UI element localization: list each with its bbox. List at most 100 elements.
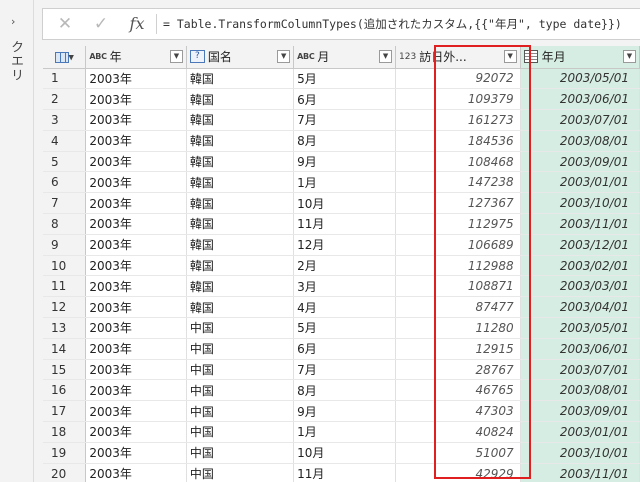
cell-nen[interactable]: 2003年 [85,130,187,152]
cell-nengetsu[interactable]: 2003/01/01 [520,171,640,194]
cell-houmon[interactable]: 12915 [395,338,521,360]
row-number[interactable]: 19 [43,442,87,464]
table-row[interactable]: 6 2003年 韓国 1月 147238 2003/01/01 [43,171,640,194]
row-number[interactable]: 7 [43,192,87,215]
row-number[interactable]: 3 [43,109,87,131]
cell-nen[interactable]: 2003年 [85,213,187,235]
row-number[interactable]: 12 [43,296,87,319]
cell-nengetsu[interactable]: 2003/11/01 [520,463,640,482]
text-type-icon[interactable]: ABC [89,52,107,61]
cell-nengetsu[interactable]: 2003/05/01 [520,317,640,339]
table-row[interactable]: 9 2003年 韓国 12月 106689 2003/12/01 [43,234,640,256]
filter-dropdown-button[interactable]: ▼ [277,50,291,63]
cell-nen[interactable]: 2003年 [85,400,187,423]
column-header-nen[interactable]: ABC 年 ▼ [85,46,187,69]
cell-houmon[interactable]: 109379 [395,88,521,111]
row-number[interactable]: 2 [43,88,87,111]
expand-queries-chevron-icon[interactable]: › [11,15,15,28]
row-number[interactable]: 20 [43,463,87,482]
filter-dropdown-button[interactable]: ▼ [379,50,393,63]
row-number[interactable]: 1 [43,68,87,90]
cell-kokumei[interactable]: 中国 [186,421,295,443]
cell-houmon[interactable]: 108468 [395,151,521,173]
row-number[interactable]: 15 [43,359,87,381]
cell-tsuki[interactable]: 2月 [293,255,397,277]
cell-nen[interactable]: 2003年 [85,463,187,482]
cell-tsuki[interactable]: 12月 [293,234,397,256]
any-type-icon[interactable]: ? [189,50,205,64]
table-row[interactable]: 19 2003年 中国 10月 51007 2003/10/01 [43,442,640,464]
row-number[interactable]: 6 [43,171,87,194]
cell-nen[interactable]: 2003年 [85,379,187,402]
cell-tsuki[interactable]: 10月 [293,442,397,464]
cell-kokumei[interactable]: 韓国 [186,296,295,319]
cell-nengetsu[interactable]: 2003/11/01 [520,213,640,235]
cell-nen[interactable]: 2003年 [85,151,187,173]
table-row[interactable]: 3 2003年 韓国 7月 161273 2003/07/01 [43,109,640,131]
cell-houmon[interactable]: 147238 [395,171,521,194]
cell-kokumei[interactable]: 韓国 [186,275,295,298]
cell-kokumei[interactable]: 韓国 [186,109,295,131]
formula-input[interactable]: = Table.TransformColumnTypes(追加されたカスタム,{… [163,9,622,39]
cell-kokumei[interactable]: 中国 [186,463,295,482]
row-number[interactable]: 17 [43,400,87,423]
cell-houmon[interactable]: 112988 [395,255,521,277]
table-row[interactable]: 18 2003年 中国 1月 40824 2003/01/01 [43,421,640,443]
cell-kokumei[interactable]: 中国 [186,359,295,381]
row-number[interactable]: 18 [43,421,87,443]
cell-tsuki[interactable]: 9月 [293,400,397,423]
row-number[interactable]: 10 [43,255,87,277]
cell-nen[interactable]: 2003年 [85,234,187,256]
table-row[interactable]: 7 2003年 韓国 10月 127367 2003/10/01 [43,192,640,215]
insert-function-icon[interactable]: fx [125,9,149,39]
queries-pane[interactable]: › クエリ [0,0,34,482]
cell-nengetsu[interactable]: 2003/08/01 [520,130,640,152]
cell-nen[interactable]: 2003年 [85,68,187,90]
cell-kokumei[interactable]: 中国 [186,317,295,339]
cell-houmon[interactable]: 92072 [395,68,521,90]
table-row[interactable]: 8 2003年 韓国 11月 112975 2003/11/01 [43,213,640,235]
table-row[interactable]: 1 2003年 韓国 5月 92072 2003/05/01 [43,68,640,90]
cell-nengetsu[interactable]: 2003/12/01 [520,234,640,256]
table-menu-button[interactable]: ▼ [43,46,87,69]
row-number[interactable]: 13 [43,317,87,339]
cell-houmon[interactable]: 106689 [395,234,521,256]
cell-tsuki[interactable]: 8月 [293,130,397,152]
cell-kokumei[interactable]: 韓国 [186,234,295,256]
cell-houmon[interactable]: 47303 [395,400,521,423]
cell-kokumei[interactable]: 韓国 [186,171,295,194]
table-row[interactable]: 12 2003年 韓国 4月 87477 2003/04/01 [43,296,640,319]
cell-tsuki[interactable]: 9月 [293,151,397,173]
text-type-icon[interactable]: ABC [297,52,315,61]
cell-nen[interactable]: 2003年 [85,359,187,381]
cell-kokumei[interactable]: 中国 [186,400,295,423]
cell-nengetsu[interactable]: 2003/08/01 [520,379,640,402]
cell-tsuki[interactable]: 7月 [293,359,397,381]
column-header-kokumei[interactable]: ? 国名 ▼ [186,46,295,69]
cell-nengetsu[interactable]: 2003/04/01 [520,296,640,319]
confirm-formula-icon[interactable]: ✓ [89,9,113,39]
table-row[interactable]: 5 2003年 韓国 9月 108468 2003/09/01 [43,151,640,173]
filter-dropdown-button[interactable]: ▼ [503,50,517,63]
cell-nengetsu[interactable]: 2003/10/01 [520,442,640,464]
cell-nengetsu[interactable]: 2003/07/01 [520,359,640,381]
row-number[interactable]: 14 [43,338,87,360]
cell-houmon[interactable]: 46765 [395,379,521,402]
cell-kokumei[interactable]: 韓国 [186,151,295,173]
cell-kokumei[interactable]: 韓国 [186,255,295,277]
cell-houmon[interactable]: 11280 [395,317,521,339]
calendar-date-type-icon[interactable] [523,50,538,64]
cell-tsuki[interactable]: 6月 [293,338,397,360]
cell-nen[interactable]: 2003年 [85,255,187,277]
table-row[interactable]: 20 2003年 中国 11月 42929 2003/11/01 [43,463,640,482]
cell-houmon[interactable]: 184536 [395,130,521,152]
table-row[interactable]: 11 2003年 韓国 3月 108871 2003/03/01 [43,275,640,298]
cell-nen[interactable]: 2003年 [85,296,187,319]
cell-nen[interactable]: 2003年 [85,88,187,111]
cell-tsuki[interactable]: 1月 [293,171,397,194]
cell-tsuki[interactable]: 5月 [293,68,397,90]
cell-nengetsu[interactable]: 2003/10/01 [520,192,640,215]
row-number[interactable]: 4 [43,130,87,152]
cell-nengetsu[interactable]: 2003/06/01 [520,88,640,111]
cell-houmon[interactable]: 112975 [395,213,521,235]
